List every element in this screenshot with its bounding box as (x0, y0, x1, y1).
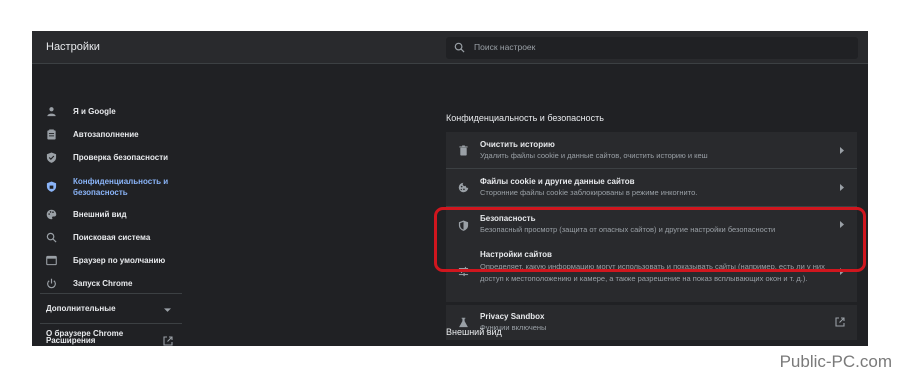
highlight-frame (434, 207, 866, 272)
sidebar-item-search-engine[interactable]: Поисковая система (32, 228, 182, 248)
sidebar-divider (40, 293, 182, 294)
sidebar-item-label: Конфиденциальность и безопасность (73, 177, 169, 197)
clear-history-row[interactable]: Очистить историю Удалить файлы cookie и … (446, 132, 857, 168)
watermark: Public-PC.com (779, 352, 892, 371)
section-title-appearance: Внешний вид (446, 327, 502, 337)
sidebar-item-label: Проверка безопасности (73, 153, 169, 162)
row-title: Privacy Sandbox (480, 312, 545, 321)
sidebar-item-label: Внешний вид (73, 210, 127, 219)
person-icon (47, 107, 56, 117)
power-icon (47, 278, 56, 289)
sidebar-item-you-and-google[interactable]: Я и Google (32, 102, 182, 122)
cookie-icon (458, 182, 469, 193)
trash-icon (459, 145, 468, 156)
row-subtitle: Сторонние файлы cookie заблокированы в р… (480, 188, 698, 197)
privacy-sandbox-card[interactable]: Privacy Sandbox Функции включены (446, 305, 857, 340)
clipboard-icon (47, 129, 56, 140)
sidebar-item-appearance[interactable]: Внешний вид (32, 205, 182, 225)
sidebar-about-link[interactable]: О браузере Chrome (46, 329, 123, 338)
search-icon (46, 232, 57, 243)
sidebar-item-label: Автозаполнение (73, 130, 139, 139)
sidebar-item-default-browser[interactable]: Браузер по умолчанию (32, 251, 182, 271)
search-input[interactable]: Поиск настроек (446, 37, 858, 59)
shield-icon (46, 152, 57, 163)
sidebar-item-autofill[interactable]: Автозаполнение (32, 125, 182, 145)
privacy-sandbox-row[interactable]: Privacy Sandbox Функции включены (446, 305, 857, 340)
palette-icon (46, 209, 57, 220)
arrow-right-icon (840, 147, 844, 154)
shield-lock-icon (46, 181, 57, 192)
chevron-down-icon (164, 308, 171, 312)
external-link-icon (163, 336, 173, 346)
sidebar-advanced-toggle[interactable]: Дополнительные (32, 300, 182, 320)
row-title: Очистить историю (480, 140, 555, 149)
sidebar-item-on-startup[interactable]: Запуск Chrome (32, 274, 182, 294)
settings-window: Настройки Поиск настроек Я и Google Авто… (32, 31, 868, 346)
sidebar-divider (40, 323, 182, 324)
sidebar: Я и Google Автозаполнение Проверка безоп… (32, 64, 182, 346)
external-link-icon (835, 317, 845, 327)
top-bar: Настройки Поиск настроек (32, 31, 868, 64)
search-icon (454, 42, 465, 53)
search-placeholder: Поиск настроек (474, 42, 536, 52)
sidebar-item-label: Браузер по умолчанию (73, 256, 166, 265)
sidebar-item-label: Я и Google (73, 107, 116, 116)
row-title: Файлы cookie и другие данные сайтов (480, 177, 635, 186)
sidebar-item-safety-check[interactable]: Проверка безопасности (32, 148, 182, 168)
sidebar-item-label: Запуск Chrome (73, 279, 133, 288)
sidebar-item-privacy[interactable]: Конфиденциальность и безопасность (32, 172, 182, 202)
browser-icon (46, 255, 57, 266)
section-title-privacy: Конфиденциальность и безопасность (446, 113, 604, 123)
main-content: Конфиденциальность и безопасность Очисти… (446, 64, 860, 346)
advanced-label: Дополнительные (46, 304, 116, 313)
sidebar-item-label: Поисковая система (73, 233, 151, 242)
app-title: Настройки (46, 41, 100, 53)
arrow-right-icon (840, 184, 844, 191)
row-subtitle: Удалить файлы cookie и данные сайтов, оч… (480, 151, 708, 160)
cookies-row[interactable]: Файлы cookie и другие данные сайтов Стор… (446, 169, 857, 206)
